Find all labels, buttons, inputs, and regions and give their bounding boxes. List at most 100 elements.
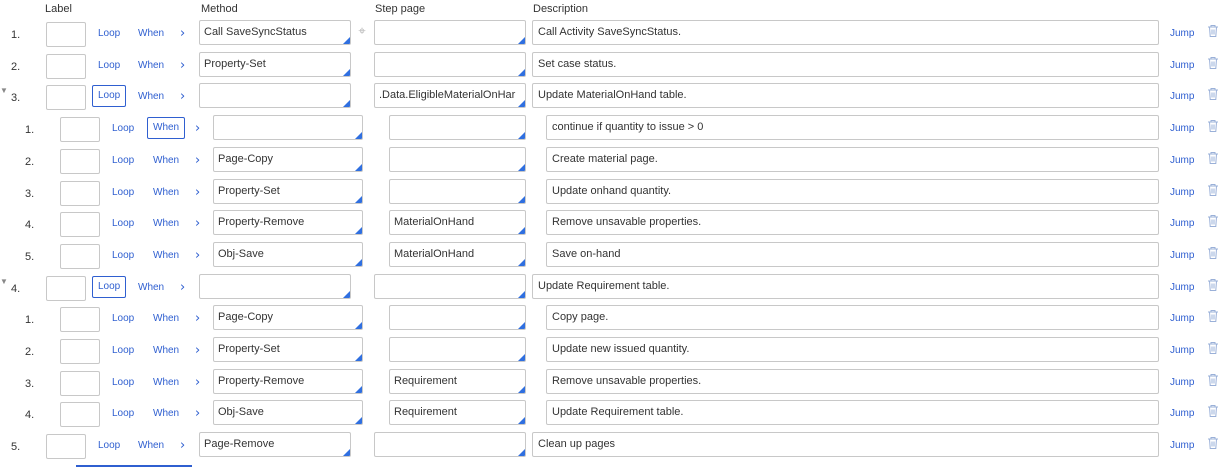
- step-page-input[interactable]: MaterialOnHand: [389, 242, 526, 267]
- step-label-input[interactable]: [60, 117, 100, 142]
- description-input[interactable]: Remove unsavable properties.: [546, 210, 1159, 235]
- step-label-input[interactable]: [60, 212, 100, 237]
- description-input[interactable]: Save on-hand: [546, 242, 1159, 267]
- jump-link[interactable]: Jump: [1170, 60, 1194, 71]
- loop-link[interactable]: Loop: [112, 187, 134, 198]
- when-link[interactable]: When: [138, 91, 164, 102]
- method-input[interactable]: [213, 115, 363, 140]
- step-label-input[interactable]: [60, 149, 100, 174]
- description-input[interactable]: Set case status.: [532, 52, 1159, 77]
- when-link[interactable]: When: [153, 187, 179, 198]
- jump-link[interactable]: Jump: [1170, 91, 1194, 102]
- trash-icon[interactable]: [1207, 56, 1219, 70]
- jump-link[interactable]: Jump: [1170, 313, 1194, 324]
- loop-link[interactable]: Loop: [112, 345, 134, 356]
- chevron-right-icon[interactable]: ›: [180, 89, 185, 104]
- when-link[interactable]: When: [138, 440, 164, 451]
- when-link[interactable]: When: [147, 117, 186, 139]
- jump-link[interactable]: Jump: [1170, 282, 1194, 293]
- step-page-input[interactable]: [389, 337, 526, 362]
- trash-icon[interactable]: [1207, 214, 1219, 228]
- trash-icon[interactable]: [1207, 278, 1219, 292]
- loop-link[interactable]: Loop: [112, 250, 134, 261]
- trash-icon[interactable]: [1207, 246, 1219, 260]
- method-input[interactable]: Property-Set: [213, 179, 363, 204]
- step-label-input[interactable]: [60, 402, 100, 427]
- step-page-input[interactable]: .Data.EligibleMaterialOnHar: [374, 83, 526, 108]
- loop-link[interactable]: Loop: [112, 155, 134, 166]
- description-input[interactable]: Clean up pages: [532, 432, 1159, 457]
- jump-link[interactable]: Jump: [1170, 250, 1194, 261]
- method-input[interactable]: Obj-Save: [213, 242, 363, 267]
- loop-link[interactable]: Loop: [112, 123, 134, 134]
- loop-link[interactable]: Loop: [98, 440, 120, 451]
- description-input[interactable]: continue if quantity to issue > 0: [546, 115, 1159, 140]
- chevron-right-icon[interactable]: ›: [195, 185, 200, 200]
- trash-icon[interactable]: [1207, 183, 1219, 197]
- description-input[interactable]: Create material page.: [546, 147, 1159, 172]
- loop-link[interactable]: Loop: [112, 408, 134, 419]
- when-link[interactable]: When: [153, 408, 179, 419]
- step-page-input[interactable]: [389, 179, 526, 204]
- trash-icon[interactable]: [1207, 341, 1219, 355]
- method-input[interactable]: Property-Remove: [213, 369, 363, 394]
- chevron-right-icon[interactable]: ›: [180, 58, 185, 73]
- method-input[interactable]: Obj-Save: [213, 400, 363, 425]
- step-page-input[interactable]: [374, 52, 526, 77]
- method-input[interactable]: Page-Copy: [213, 147, 363, 172]
- chevron-right-icon[interactable]: ›: [180, 280, 185, 295]
- loop-link[interactable]: Loop: [112, 377, 134, 388]
- trash-icon[interactable]: [1207, 151, 1219, 165]
- step-page-input[interactable]: [374, 432, 526, 457]
- method-input[interactable]: Page-Remove: [199, 432, 351, 457]
- description-input[interactable]: Update MaterialOnHand table.: [532, 83, 1159, 108]
- method-input[interactable]: Property-Set: [213, 337, 363, 362]
- when-link[interactable]: When: [153, 218, 179, 229]
- step-label-input[interactable]: [46, 85, 86, 110]
- step-label-input[interactable]: [60, 307, 100, 332]
- jump-link[interactable]: Jump: [1170, 345, 1194, 356]
- step-label-input[interactable]: [46, 276, 86, 301]
- trash-icon[interactable]: [1207, 436, 1219, 450]
- step-label-input[interactable]: [46, 54, 86, 79]
- expand-triangle-icon[interactable]: ▼: [0, 86, 8, 95]
- jump-link[interactable]: Jump: [1170, 408, 1194, 419]
- step-page-input[interactable]: [389, 147, 526, 172]
- loop-link[interactable]: Loop: [98, 28, 120, 39]
- loop-link[interactable]: Loop: [112, 218, 134, 229]
- description-input[interactable]: Update Requirement table.: [546, 400, 1159, 425]
- description-input[interactable]: Remove unsavable properties.: [546, 369, 1159, 394]
- chevron-right-icon[interactable]: ›: [195, 121, 200, 136]
- trash-icon[interactable]: [1207, 119, 1219, 133]
- when-link[interactable]: When: [153, 250, 179, 261]
- description-input[interactable]: Update Requirement table.: [532, 274, 1159, 299]
- method-input[interactable]: Property-Set: [199, 52, 351, 77]
- when-link[interactable]: When: [153, 313, 179, 324]
- expand-triangle-icon[interactable]: ▼: [0, 277, 8, 286]
- chevron-right-icon[interactable]: ›: [195, 153, 200, 168]
- jump-link[interactable]: Jump: [1170, 123, 1194, 134]
- when-link[interactable]: When: [153, 377, 179, 388]
- jump-link[interactable]: Jump: [1170, 218, 1194, 229]
- when-link[interactable]: When: [138, 282, 164, 293]
- chevron-right-icon[interactable]: ›: [195, 375, 200, 390]
- step-page-input[interactable]: Requirement: [389, 369, 526, 394]
- when-link[interactable]: When: [153, 345, 179, 356]
- loop-link[interactable]: Loop: [92, 85, 127, 107]
- chevron-right-icon[interactable]: ›: [195, 216, 200, 231]
- chevron-right-icon[interactable]: ›: [195, 343, 200, 358]
- method-input[interactable]: [199, 274, 351, 299]
- description-input[interactable]: Update onhand quantity.: [546, 179, 1159, 204]
- chevron-right-icon[interactable]: ›: [195, 311, 200, 326]
- jump-link[interactable]: Jump: [1170, 440, 1194, 451]
- trash-icon[interactable]: [1207, 87, 1219, 101]
- step-label-input[interactable]: [60, 339, 100, 364]
- step-page-input[interactable]: [389, 115, 526, 140]
- step-page-input[interactable]: [374, 20, 526, 45]
- step-page-input[interactable]: MaterialOnHand: [389, 210, 526, 235]
- method-input[interactable]: Property-Remove: [213, 210, 363, 235]
- step-label-input[interactable]: [60, 181, 100, 206]
- description-input[interactable]: Update new issued quantity.: [546, 337, 1159, 362]
- step-label-input[interactable]: [46, 22, 86, 47]
- jump-link[interactable]: Jump: [1170, 377, 1194, 388]
